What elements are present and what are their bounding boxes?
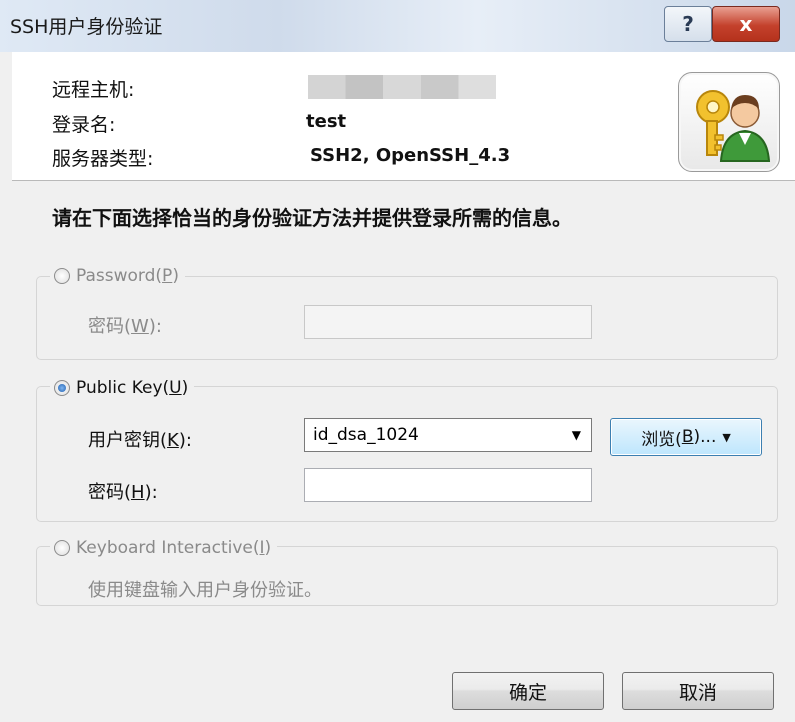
instruction-text: 请在下面选择恰当的身份验证方法并提供登录所需的信息。 <box>52 206 572 230</box>
keyboard-interactive-radio[interactable]: Keyboard Interactive(I) <box>50 538 278 558</box>
user-key-select[interactable]: id_dsa_1024 ▼ <box>304 418 592 452</box>
server-type-value: SSH2, OpenSSH_4.3 <box>310 145 511 166</box>
host-value-redacted <box>308 75 496 99</box>
keyboard-interactive-description: 使用键盘输入用户身份验证。 <box>88 580 322 601</box>
ssh-auth-dialog: SSH用户身份验证 ? x 远程主机: 登录名: test 服务器类型: SSH… <box>0 0 795 722</box>
close-button[interactable]: x <box>712 6 780 42</box>
radio-unchecked-icon <box>54 268 70 284</box>
ok-button[interactable]: 确定 <box>452 672 604 710</box>
radio-unchecked-icon <box>54 540 70 556</box>
server-type-label: 服务器类型: <box>52 148 154 170</box>
user-key-graphic <box>696 90 771 162</box>
password-radio[interactable]: Password(P) <box>50 266 185 286</box>
key-passphrase-label: 密码(H): <box>88 482 158 503</box>
user-key-icon <box>678 72 780 172</box>
login-label: 登录名: <box>52 114 116 136</box>
window-title: SSH用户身份验证 <box>10 16 163 38</box>
login-value: test <box>306 111 347 132</box>
password-field-label: 密码(W): <box>88 316 162 337</box>
browse-button[interactable]: 浏览(B)... ▼ <box>610 418 762 456</box>
dropdown-arrow-icon: ▼ <box>722 430 731 444</box>
public-key-radio[interactable]: Public Key(U) <box>50 378 195 398</box>
user-key-label: 用户密钥(K): <box>88 430 192 451</box>
help-icon: ? <box>682 12 694 36</box>
user-key-selected-value: id_dsa_1024 <box>313 425 419 445</box>
chevron-down-icon: ▼ <box>571 428 581 442</box>
password-input[interactable] <box>304 305 592 339</box>
connection-info-panel: 远程主机: 登录名: test 服务器类型: SSH2, OpenSSH_4.3 <box>12 52 795 181</box>
title-bar[interactable]: SSH用户身份验证 ? x <box>0 0 795 52</box>
key-passphrase-input[interactable] <box>304 468 592 502</box>
close-icon: x <box>739 12 753 36</box>
cancel-button[interactable]: 取消 <box>622 672 774 710</box>
radio-checked-icon <box>54 380 70 396</box>
host-label: 远程主机: <box>52 79 135 101</box>
help-button[interactable]: ? <box>664 6 712 42</box>
